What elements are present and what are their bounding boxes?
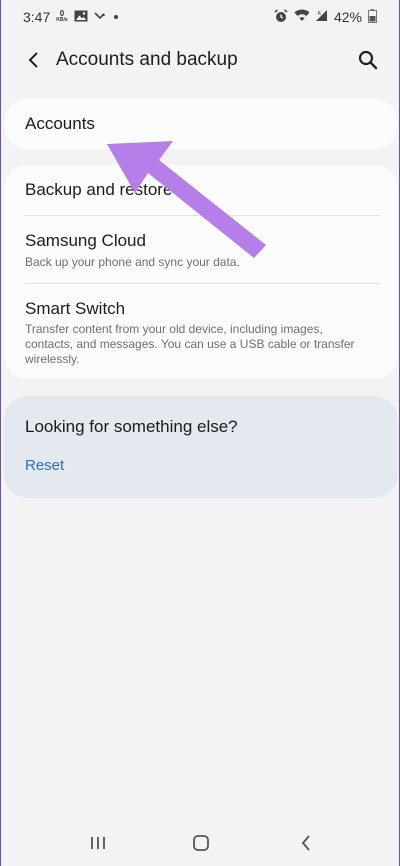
list-item-backup-restore[interactable]: Backup and restore	[4, 165, 398, 215]
back-button[interactable]	[19, 45, 49, 75]
wifi-icon	[294, 9, 310, 25]
recent-apps-icon	[91, 837, 105, 849]
notification-dot-icon	[113, 15, 118, 19]
chevron-left-icon	[28, 52, 38, 68]
back-nav-icon	[301, 835, 310, 851]
smart-switch-desc: Transfer content from your old device, i…	[25, 322, 355, 366]
gallery-icon	[74, 9, 88, 25]
alarm-icon	[274, 8, 288, 26]
backup-card: Backup and restore Samsung Cloud Back up…	[4, 165, 398, 379]
reset-link[interactable]: Reset	[25, 457, 64, 474]
net-speed-value: 0	[59, 9, 65, 18]
battery-level: 42%	[333, 9, 362, 25]
status-bar: 3:47 0 KB/s R 42%	[1, 0, 399, 34]
home-button[interactable]	[184, 828, 218, 858]
page-title: Accounts and backup	[56, 49, 238, 70]
suggestion-card: Looking for something else? Reset	[4, 396, 398, 498]
status-right: R 42%	[274, 8, 377, 26]
samsung-cloud-desc: Back up your phone and sync your data.	[25, 255, 240, 269]
accounts-item-title: Accounts	[25, 114, 95, 133]
missed-call-icon	[94, 9, 108, 25]
recent-apps-button[interactable]	[81, 828, 115, 858]
accounts-card[interactable]: Accounts	[4, 99, 398, 149]
list-item-samsung-cloud[interactable]: Samsung Cloud Back up your phone and syn…	[4, 216, 398, 283]
status-left: 3:47 0 KB/s	[23, 9, 118, 25]
search-button[interactable]	[353, 45, 383, 75]
navigation-bar	[1, 818, 399, 866]
net-speed-unit: KB/s	[56, 17, 68, 23]
app-bar: Accounts and backup	[1, 38, 399, 82]
back-nav-button[interactable]	[289, 828, 323, 858]
net-speed-indicator: 0 KB/s	[56, 10, 67, 24]
search-icon	[358, 50, 378, 70]
list-item-smart-switch[interactable]: Smart Switch Transfer content from your …	[4, 284, 398, 379]
battery-icon	[368, 8, 377, 26]
smart-switch-title: Smart Switch	[25, 299, 126, 318]
home-icon	[193, 835, 209, 851]
backup-restore-title: Backup and restore	[25, 180, 173, 199]
svg-text:R: R	[317, 11, 321, 17]
suggestion-title: Looking for something else?	[25, 417, 238, 436]
samsung-cloud-title: Samsung Cloud	[25, 231, 146, 250]
status-time: 3:47	[23, 9, 51, 25]
signal-icon: R	[315, 9, 328, 25]
